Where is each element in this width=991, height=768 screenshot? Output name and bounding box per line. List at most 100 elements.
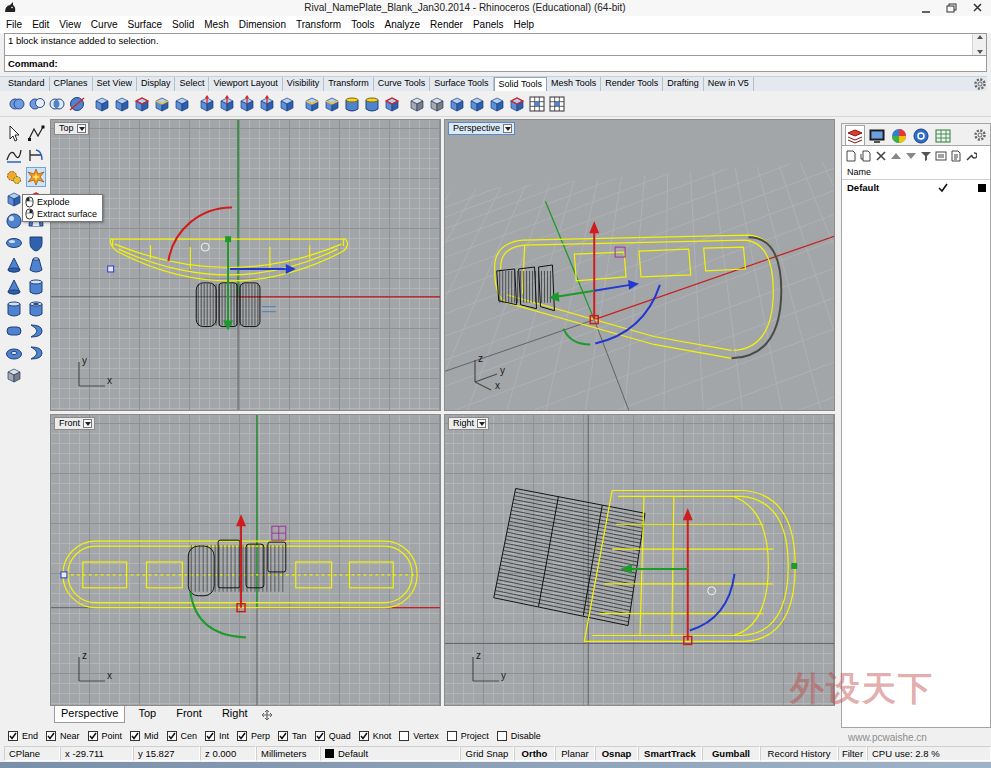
menu-item[interactable]: File [6, 19, 22, 31]
dropdown-arrow-icon[interactable] [83, 419, 92, 428]
extrude-button[interactable] [237, 93, 256, 115]
box-button[interactable] [112, 93, 131, 115]
osnap-option[interactable]: Vertex [399, 731, 439, 742]
osnap-checkbox[interactable] [447, 731, 457, 741]
delete-layer-button[interactable] [875, 150, 887, 162]
units-indicator[interactable]: Millimeters [256, 746, 320, 761]
toolbar-tab[interactable]: Render Tools [601, 77, 663, 91]
boolean-intersection-button[interactable] [47, 93, 66, 115]
status-toggle[interactable]: Grid Snap [460, 746, 514, 761]
layers-tab[interactable] [845, 125, 865, 145]
filter-button[interactable] [920, 150, 932, 162]
solid-button[interactable] [4, 365, 24, 385]
toolbar-tab[interactable]: New in V5 [704, 77, 754, 91]
status-toggle[interactable]: Filter [838, 746, 867, 761]
viewport-title[interactable]: Top [54, 122, 89, 135]
box-button[interactable] [467, 93, 486, 115]
dropdown-arrow-icon[interactable] [477, 419, 486, 428]
pipe-button[interactable] [26, 321, 46, 341]
osnap-option[interactable]: Disable [497, 731, 541, 742]
toolbar-tab[interactable]: Display [137, 77, 176, 91]
menu-item[interactable]: Edit [32, 19, 49, 31]
box-button[interactable] [4, 189, 24, 209]
osnap-checkbox[interactable] [88, 731, 98, 741]
capsule-button[interactable] [4, 321, 24, 341]
toolbar-tab[interactable]: Surface Tools [430, 77, 493, 91]
explode-button[interactable] [26, 167, 46, 187]
osnap-option[interactable]: Perp [237, 731, 270, 742]
menu-item[interactable]: Dimension [239, 19, 286, 31]
tube-button[interactable] [26, 299, 46, 319]
box-button[interactable] [277, 93, 296, 115]
extract-surface-button[interactable] [132, 93, 151, 115]
command-line[interactable]: Command: [4, 56, 987, 72]
viewport-title[interactable]: Right [448, 417, 489, 430]
osnap-option[interactable]: Near [46, 731, 80, 742]
osnap-option[interactable]: Cen [167, 731, 198, 742]
extract-surface-button[interactable] [382, 93, 401, 115]
wrench-button[interactable] [965, 150, 977, 162]
osnap-checkbox[interactable] [359, 731, 369, 741]
box-button[interactable] [447, 93, 466, 115]
menu-item[interactable]: Transform [296, 19, 341, 31]
osnap-option[interactable]: Tan [278, 731, 307, 742]
menu-item[interactable]: Render [430, 19, 463, 31]
solid-button[interactable] [427, 93, 446, 115]
help-tab[interactable] [911, 125, 931, 145]
menu-item[interactable]: Panels [473, 19, 504, 31]
extrude-button[interactable] [197, 93, 216, 115]
torus-button[interactable] [4, 343, 24, 363]
toolbar-tab[interactable]: Curve Tools [374, 77, 430, 91]
osnap-checkbox[interactable] [497, 731, 507, 741]
current-layer-check-icon[interactable] [938, 183, 948, 193]
close-button[interactable] [965, 1, 991, 16]
panel-options-button[interactable] [973, 125, 987, 145]
menu-item[interactable]: Solid [172, 19, 194, 31]
paraboloid-button[interactable] [26, 233, 46, 253]
status-toggle[interactable]: Record History [760, 746, 838, 761]
osnap-checkbox[interactable] [315, 731, 325, 741]
pipe-button[interactable] [26, 343, 46, 363]
ellipsoid-button[interactable] [4, 233, 24, 253]
solid-button[interactable] [407, 93, 426, 115]
status-toggle[interactable]: SmartTrack [638, 746, 702, 761]
osnap-option[interactable]: Knot [359, 731, 392, 742]
status-toggle[interactable]: Ortho [514, 746, 555, 761]
curve-button[interactable] [4, 145, 24, 165]
menu-item[interactable]: Surface [128, 19, 162, 31]
surface-tools-button[interactable] [4, 167, 24, 187]
box-button[interactable] [487, 93, 506, 115]
move-up-button[interactable] [890, 150, 902, 162]
osnap-checkbox[interactable] [167, 731, 177, 741]
boolean-difference-button[interactable] [27, 93, 46, 115]
new-sublayer-button[interactable] [860, 150, 872, 162]
layer-row[interactable]: Default [842, 180, 990, 196]
osnap-option[interactable]: Mid [130, 731, 159, 742]
osnap-option[interactable]: Int [205, 731, 229, 742]
box-button[interactable] [172, 93, 191, 115]
viewport[interactable]: Rightzy [444, 414, 835, 706]
toolbar-tab[interactable]: Visibility [283, 77, 324, 91]
cone-button[interactable] [4, 277, 24, 297]
layer-list-button[interactable] [950, 150, 962, 162]
polyline-button[interactable] [26, 123, 46, 143]
display-tab[interactable] [867, 125, 887, 145]
layer-properties-button[interactable] [935, 150, 947, 162]
osnap-option[interactable]: Quad [315, 731, 351, 742]
viewport-tab[interactable]: Front [169, 706, 209, 723]
viewport[interactable]: Perspectivezyx [444, 119, 835, 411]
status-toggle[interactable]: Gumball [702, 746, 760, 761]
osnap-checkbox[interactable] [237, 731, 247, 741]
osnap-checkbox[interactable] [130, 731, 140, 741]
toolbar-tab[interactable]: Standard [4, 77, 50, 91]
toolbar-tab[interactable]: Viewport Layout [209, 77, 282, 91]
toolbar-tab[interactable]: Set View [93, 77, 137, 91]
restore-button[interactable] [939, 1, 965, 16]
viewport[interactable]: Frontzx [50, 414, 441, 706]
cap-button[interactable] [362, 93, 381, 115]
materials-tab[interactable] [889, 125, 909, 145]
current-layer[interactable]: Default [320, 746, 460, 761]
curve-tools-button[interactable] [26, 145, 46, 165]
fillet-edge-button[interactable] [152, 93, 171, 115]
toolbar-tab[interactable]: Transform [324, 77, 374, 91]
